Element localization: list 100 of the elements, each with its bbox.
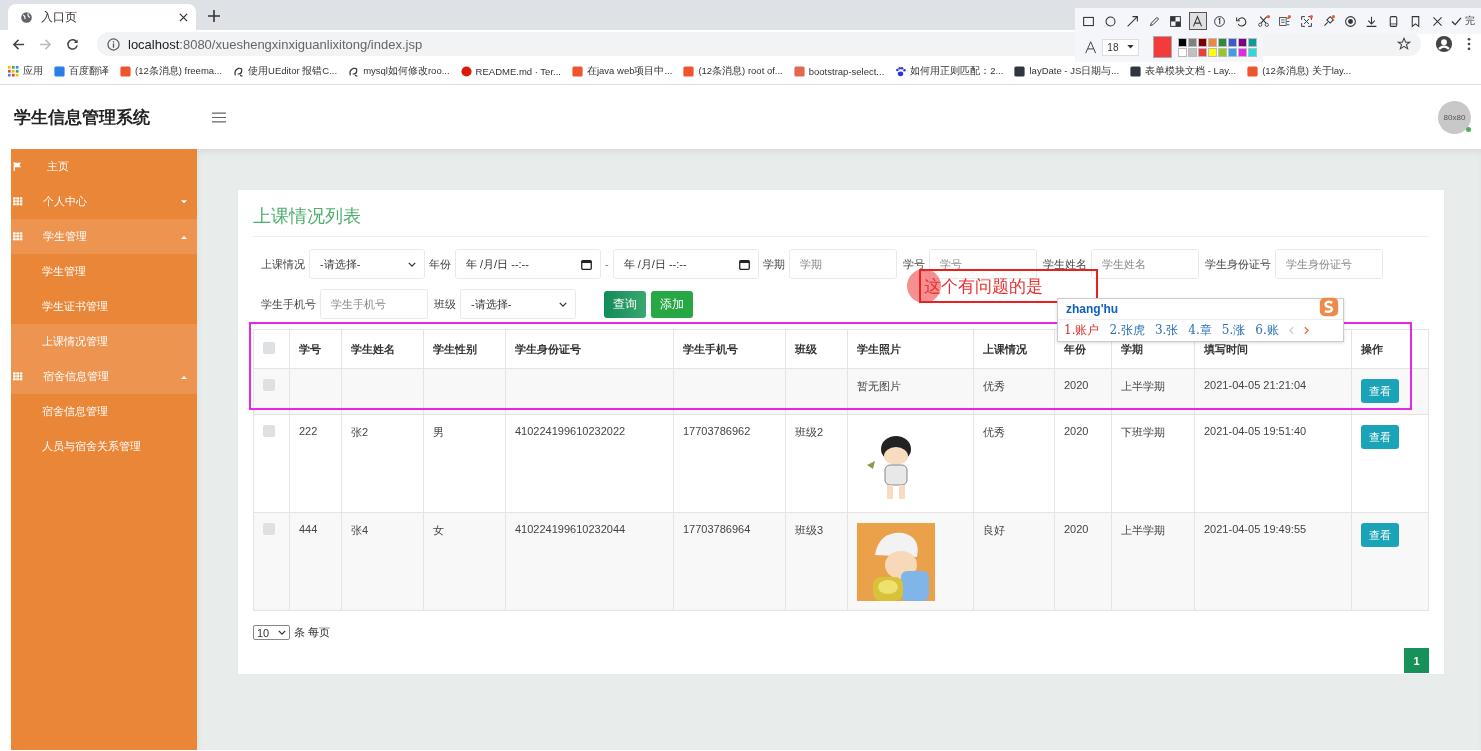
circle-icon[interactable]	[1102, 13, 1119, 29]
chevron-right-icon[interactable]	[1303, 326, 1309, 335]
table-cell: 女	[433, 524, 444, 536]
text-tool-icon[interactable]	[1189, 13, 1206, 29]
table-cell: 444	[299, 523, 318, 535]
search-button[interactable]: 查询	[604, 290, 646, 318]
reload-icon[interactable]	[66, 37, 79, 51]
filter-label: 学生手机号	[261, 296, 316, 312]
color-swatch[interactable]	[1238, 47, 1247, 57]
url-text: localhost:8080/xueshengxinxiguanlixitong/index.jsp	[128, 36, 423, 52]
close-icon[interactable]	[179, 12, 188, 22]
grid-icon	[13, 232, 23, 241]
page-size-label: 条 每页	[294, 625, 331, 640]
table-cell: 优秀	[983, 380, 1005, 392]
color-swatch[interactable]	[1238, 37, 1247, 47]
filter-label: 上课情况	[261, 256, 305, 272]
table-cell: 上半学期	[1121, 524, 1165, 536]
color-swatch[interactable]	[1198, 47, 1207, 57]
status-dot	[1466, 126, 1471, 132]
input-field[interactable]: 学生姓名	[1090, 249, 1199, 279]
date-field[interactable]: 年 /月/日 --:--	[612, 249, 759, 279]
back-icon[interactable]	[12, 37, 25, 51]
card-title: 上课情况列表	[253, 204, 1429, 237]
check-icon	[1451, 16, 1462, 26]
column-header: 上课情况	[973, 329, 1055, 369]
flag-icon	[13, 162, 23, 171]
record-icon[interactable]	[1342, 13, 1358, 29]
color-swatch[interactable]	[1198, 37, 1207, 47]
done-button[interactable]: 完	[1451, 14, 1475, 28]
color-swatch[interactable]	[1208, 47, 1217, 57]
bookmark-item[interactable]: 应用	[8, 64, 43, 78]
checkbox[interactable]	[263, 342, 275, 354]
cursor-highlight	[907, 269, 941, 303]
info-icon	[107, 37, 120, 51]
browser-tab[interactable]: 入口页	[8, 4, 196, 30]
column-header: 学生手机号	[673, 329, 786, 369]
table-cell: 良好	[983, 524, 1005, 536]
filter-label: 班级	[434, 296, 456, 312]
page-size-select[interactable]: 10	[253, 625, 290, 640]
new-tab-icon[interactable]	[208, 10, 220, 22]
color-swatch[interactable]	[1248, 47, 1257, 57]
color-swatch[interactable]	[1208, 37, 1217, 47]
bookmark-label: bootstrap-select...	[808, 65, 885, 77]
color-swatch[interactable]	[1218, 37, 1227, 47]
font-size-select[interactable]: 18	[1102, 38, 1139, 56]
table-cell: 2020	[1064, 523, 1089, 535]
checkbox[interactable]	[263, 523, 275, 535]
input-field[interactable]: 学生手机号	[320, 289, 428, 319]
color-swatch[interactable]	[1218, 47, 1227, 57]
star-icon[interactable]	[1397, 37, 1411, 51]
bookmark-label: 应用	[23, 64, 43, 78]
color-swatch[interactable]	[1228, 37, 1237, 47]
date-field[interactable]: 年 /月/日 --:--	[455, 249, 601, 279]
swirl-icon	[348, 65, 360, 77]
color-swatch[interactable]	[1188, 47, 1197, 57]
mosaic-icon[interactable]	[1168, 13, 1184, 29]
input-field[interactable]: 学期	[788, 249, 897, 279]
column-header: 学生姓名	[341, 329, 424, 369]
scissors-icon[interactable]	[1255, 13, 1271, 29]
column-header: 学生照片	[847, 329, 974, 369]
more-menu-icon[interactable]	[1467, 37, 1471, 51]
screen-corners-icon[interactable]	[1298, 13, 1315, 29]
menu-icon[interactable]	[212, 111, 226, 123]
input-field[interactable]: 学生身份证号	[1274, 249, 1383, 279]
filter-label: 年份	[429, 256, 451, 272]
column-header: 学生身份证号	[505, 329, 674, 369]
color-swatch[interactable]	[1248, 37, 1257, 47]
profile-icon[interactable]	[1435, 35, 1453, 53]
input-field[interactable]: 学号	[928, 249, 1037, 279]
color-swatch[interactable]	[1178, 47, 1187, 57]
table-cell: 17703786962	[683, 425, 751, 437]
table-cell: 班级2	[795, 426, 824, 438]
color-swatch[interactable]	[1228, 47, 1237, 57]
ime-composition: zhang'hu	[1066, 302, 1119, 316]
current-color-swatch[interactable]	[1152, 36, 1172, 58]
grid-icon	[13, 197, 23, 206]
column-header: 学号	[289, 329, 342, 369]
checkbox[interactable]	[263, 425, 275, 437]
page-button[interactable]: 1	[1404, 648, 1429, 673]
column-header: 班级	[785, 329, 848, 369]
caret-down-icon	[181, 199, 187, 204]
color-swatch[interactable]	[1178, 37, 1187, 47]
caret-up-icon	[181, 374, 187, 379]
table-cell: 410224199610232022	[515, 425, 626, 437]
bookmark-item[interactable]: bootstrap-select...	[793, 65, 885, 77]
table-cell: 222	[299, 425, 318, 437]
bookmark-item[interactable]: 百度翻译	[54, 64, 109, 78]
table-cell: 张2	[351, 426, 369, 438]
select-field[interactable]: -请选择-	[309, 249, 425, 279]
scan-text-icon[interactable]	[1276, 13, 1293, 29]
checkbox[interactable]	[263, 379, 275, 391]
avatar[interactable]: 80x80	[1438, 100, 1471, 134]
apps-icon	[8, 65, 19, 77]
column-header: 学生性别	[423, 329, 506, 369]
filter-label: 学号	[902, 256, 925, 272]
color-swatch[interactable]	[1188, 37, 1197, 47]
number-marker-icon[interactable]	[1211, 13, 1228, 29]
table-cell: 17703786964	[683, 523, 751, 535]
select-field[interactable]: -请选择-	[460, 289, 576, 319]
range-separator: -	[605, 258, 609, 270]
